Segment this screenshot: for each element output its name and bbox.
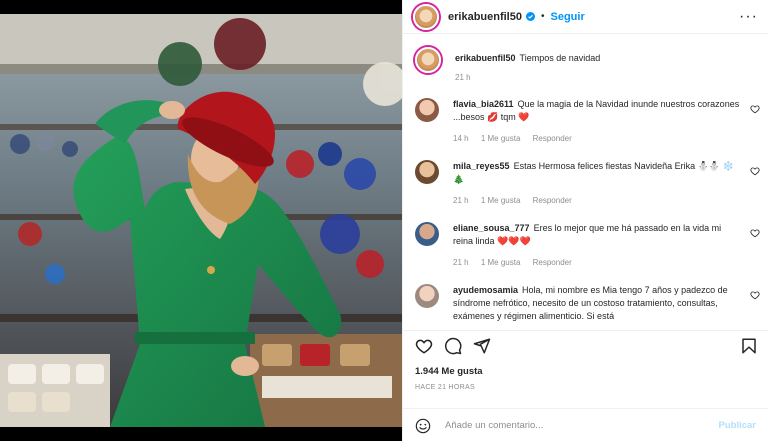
comment-like-heart-icon[interactable] <box>750 228 760 238</box>
post-header: erikabuenfil50 • Seguir ··· <box>403 0 768 34</box>
comment-time[interactable]: 21 h <box>453 258 469 267</box>
comment-item: mila_reyes55 Estas Hermosa felices fiesta… <box>415 160 760 207</box>
comment-like-count[interactable]: 1 Me gusta <box>481 258 521 267</box>
comment-username[interactable]: ayudemosamia <box>453 285 518 295</box>
comment-icon[interactable] <box>444 337 462 355</box>
post-media <box>0 0 402 441</box>
post-photo[interactable] <box>0 14 402 427</box>
separator-dot: • <box>540 11 545 22</box>
commenter-avatar[interactable] <box>415 98 439 122</box>
emoji-icon[interactable] <box>415 418 431 434</box>
caption-username[interactable]: erikabuenfil50 <box>455 53 516 63</box>
commenter-avatar[interactable] <box>415 160 439 184</box>
caption-text: Tiempos de navidad <box>519 53 601 63</box>
comment-item: ayudemosamia Hola, mi nombre es Mia tengo… <box>415 284 760 323</box>
comment-time[interactable]: 21 h <box>453 196 469 205</box>
author-avatar[interactable] <box>415 47 441 73</box>
commenter-avatar[interactable] <box>415 284 439 308</box>
reply-button[interactable]: Responder <box>533 196 572 205</box>
post-side-panel: erikabuenfil50 • Seguir ··· erikabuenfil… <box>402 0 768 441</box>
more-options-icon[interactable]: ··· <box>739 8 758 25</box>
comment-username[interactable]: mila_reyes55 <box>453 161 510 171</box>
likes-count[interactable]: 1.944 Me gusta <box>415 366 483 377</box>
comment-like-heart-icon[interactable] <box>750 290 760 300</box>
author-avatar[interactable] <box>413 3 439 30</box>
comment-like-heart-icon[interactable] <box>750 166 760 176</box>
comment-item: eliane_sousa_777 Eres lo mejor que me há … <box>415 222 760 269</box>
comment-item: flavia_bia2611 Que la magia de la Navidad… <box>415 98 760 145</box>
comment-time[interactable]: 14 h <box>453 134 469 143</box>
publish-button[interactable]: Publicar <box>719 420 757 431</box>
comment-composer: Publicar <box>403 408 768 442</box>
caption-time[interactable]: 21 h <box>455 73 471 82</box>
bookmark-icon[interactable] <box>740 337 758 355</box>
comment-like-heart-icon[interactable] <box>750 104 760 114</box>
reply-button[interactable]: Responder <box>533 134 572 143</box>
comment-like-count[interactable]: 1 Me gusta <box>481 134 521 143</box>
author-username[interactable]: erikabuenfil50 <box>448 11 522 23</box>
comment-username[interactable]: flavia_bia2611 <box>453 99 514 109</box>
follow-button[interactable]: Seguir <box>551 11 585 23</box>
verified-badge-icon <box>525 12 535 21</box>
post-timestamp[interactable]: HACE 21 HORAS <box>415 384 475 391</box>
caption-item: erikabuenfil50 Tiempos de navidad 21 h <box>415 47 760 84</box>
heart-icon[interactable] <box>415 337 433 355</box>
comment-username[interactable]: eliane_sousa_777 <box>453 223 530 233</box>
comment-input[interactable] <box>443 419 719 432</box>
action-bar <box>403 330 768 364</box>
commenter-avatar[interactable] <box>415 222 439 246</box>
share-icon[interactable] <box>473 337 491 355</box>
reply-button[interactable]: Responder <box>533 258 572 267</box>
comments-list: erikabuenfil50 Tiempos de navidad 21 h fl… <box>403 34 768 330</box>
photo-illustration <box>0 14 402 427</box>
comment-like-count[interactable]: 1 Me gusta <box>481 196 521 205</box>
